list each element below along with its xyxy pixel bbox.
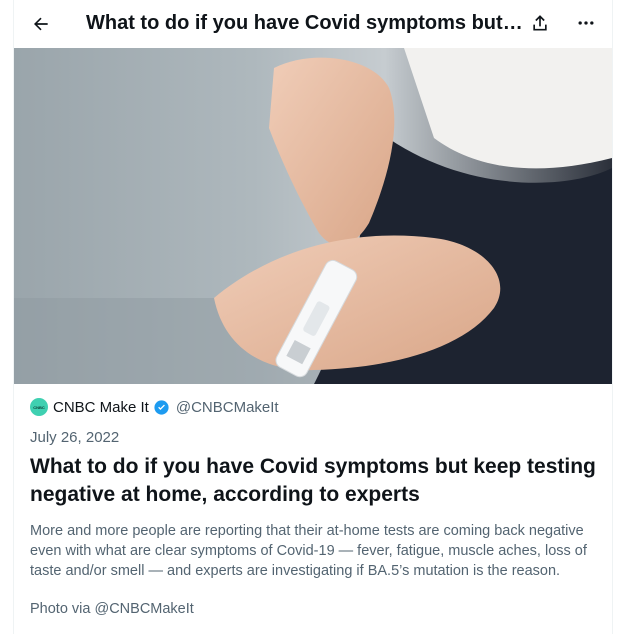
article-image[interactable] (14, 48, 612, 384)
page-title: What to do if you have Covid symptoms bu… (86, 12, 526, 34)
share-button[interactable] (523, 6, 557, 40)
arrow-left-icon (34, 17, 48, 31)
more-button[interactable] (569, 6, 603, 40)
header-bar: What to do if you have Covid symptoms bu… (14, 0, 612, 48)
article-panel: What to do if you have Covid symptoms bu… (13, 0, 613, 634)
article-description: More and more people are reporting that … (30, 523, 587, 579)
avatar: CNBC (30, 398, 48, 416)
photo-illustration (14, 48, 612, 384)
more-horizontal-icon (578, 21, 594, 25)
back-button[interactable] (24, 7, 58, 41)
share-icon (533, 15, 547, 31)
publish-date: July 26, 2022 (30, 429, 120, 446)
article-headline[interactable]: What to do if you have Covid symptoms bu… (30, 453, 600, 509)
source-line[interactable]: CNBC CNBC Make It @CNBCMakeIt (30, 396, 279, 418)
source-handle: @CNBCMakeIt (175, 398, 279, 416)
photo-credit: Photo via @CNBCMakeIt (30, 601, 194, 617)
verified-badge-icon (154, 399, 169, 415)
source-name: CNBC Make It (53, 398, 149, 416)
